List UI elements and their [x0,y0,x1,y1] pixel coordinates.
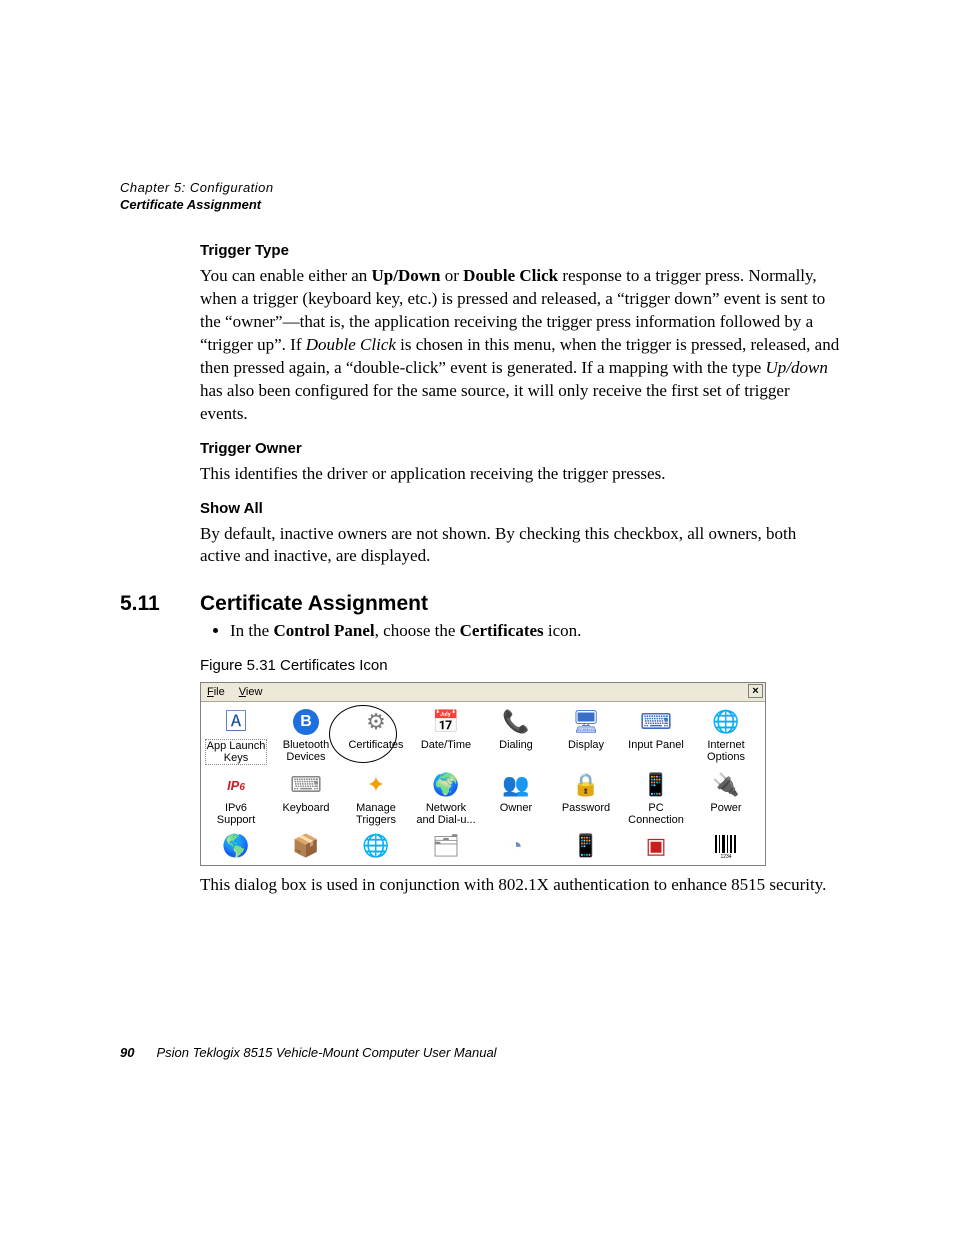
figure-caption: Figure 5.31 Certificates Icon [200,657,840,674]
svg-text:1234: 1234 [720,854,731,859]
total-recall-item[interactable]: ▣ [621,828,691,863]
certificates-item[interactable]: ⚙Certificates [341,704,411,765]
date-time-item[interactable]: 📅Date/Time [411,704,481,765]
app-launch-keys-label: App Launch Keys [205,739,268,765]
section-title: Certificate Assignment [200,592,428,616]
app-launch-keys-icon: 🄰 [220,706,252,738]
cp-menu-view[interactable]: View [233,685,271,699]
total-recall-icon: ▣ [640,830,672,862]
para-trigger-type: You can enable either an Up/Down or Doub… [200,265,840,426]
network-dialup-item[interactable]: 🌍Network and Dial-u... [411,767,481,826]
system-item[interactable]: 📱 [551,828,621,863]
cp-menu-file-rest: ile [214,686,225,698]
owner-icon: 👥 [500,769,532,801]
display-icon: 🖥 [570,706,602,738]
manage-triggers-icon: ✦ [360,769,392,801]
password-icon: 🔒 [570,769,602,801]
para-after-figure: This dialog box is used in conjunction w… [200,874,840,897]
certificates-icon: ⚙ [360,706,392,738]
internet-options-icon: 🌐 [710,706,742,738]
ipv6-support-icon: IP6 [220,769,252,801]
owner-item[interactable]: 👥Owner [481,767,551,826]
cp-menu-file[interactable]: File [201,685,233,699]
heading-show-all: Show All [200,500,840,517]
bluetooth-devices-label: Bluetooth Devices [282,739,330,763]
para-show-all: By default, inactive owners are not show… [200,523,840,569]
manage-triggers-label: Manage Triggers [355,802,397,826]
dialing-icon: 📞 [500,706,532,738]
internet-options-item[interactable]: 🌐Internet Options [691,704,761,765]
power-item[interactable]: 🔌Power [691,767,761,826]
close-button[interactable]: × [748,684,763,698]
network-dialup-icon: 🌍 [430,769,462,801]
manage-triggers-item[interactable]: ✦Manage Triggers [341,767,411,826]
password-label: Password [561,802,611,814]
chapter-header: Chapter 5: Configuration [120,180,840,195]
app-launch-keys-item[interactable]: 🄰App Launch Keys [201,704,271,765]
input-panel-label: Input Panel [627,739,685,751]
section-header: Certificate Assignment [120,197,840,212]
storage-manager-item[interactable]: 🗂 [411,828,481,863]
volume-sounds-item[interactable]: 1234 [691,828,761,863]
owner-label: Owner [499,802,533,814]
keyboard-item[interactable]: ⌨Keyboard [271,767,341,826]
regional-settings-icon: 🌎 [220,830,252,862]
bullet-instruction: In the Control Panel, choose the Certifi… [230,620,840,643]
remove-programs-icon: 📦 [290,830,322,862]
heading-trigger-owner: Trigger Owner [200,440,840,457]
password-item[interactable]: 🔒Password [551,767,621,826]
cp-menu-view-rest: iew [246,686,263,698]
page-number: 90 [120,1045,134,1060]
power-icon: 🔌 [710,769,742,801]
stylus-item[interactable]: ◔ [481,828,551,863]
date-time-label: Date/Time [420,739,472,751]
display-label: Display [567,739,605,751]
keyboard-label: Keyboard [281,802,330,814]
scanners-icon: 🌐 [360,830,392,862]
cp-menubar: File View × [201,683,765,702]
system-icon: 📱 [570,830,602,862]
para-trigger-owner: This identifies the driver or applicatio… [200,463,840,486]
bluetooth-devices-icon: B [290,706,322,738]
input-panel-item[interactable]: ⌨Input Panel [621,704,691,765]
keyboard-icon: ⌨ [290,769,322,801]
ipv6-support-label: IPv6 Support [216,802,257,826]
scanners-item[interactable]: 🌐 [341,828,411,863]
internet-options-label: Internet Options [706,739,746,763]
display-item[interactable]: 🖥Display [551,704,621,765]
section-number: 5.11 [120,592,200,616]
input-panel-icon: ⌨ [640,706,672,738]
certificates-label: Certificates [347,739,404,751]
footer-title: Psion Teklogix 8515 Vehicle-Mount Comput… [156,1045,496,1060]
pc-connection-label: PC Connection [627,802,685,826]
storage-manager-icon: 🗂 [430,830,462,862]
pc-connection-icon: 📱 [640,769,672,801]
volume-sounds-icon: 1234 [710,830,742,862]
power-label: Power [709,802,742,814]
ipv6-support-item[interactable]: IP6IPv6 Support [201,767,271,826]
control-panel-screenshot: File View × 🄰App Launch KeysBBluetooth D… [200,682,766,866]
regional-settings-item[interactable]: 🌎 [201,828,271,863]
dialing-label: Dialing [498,739,534,751]
pc-connection-item[interactable]: 📱PC Connection [621,767,691,826]
heading-trigger-type: Trigger Type [200,242,840,259]
dialing-item[interactable]: 📞Dialing [481,704,551,765]
remove-programs-item[interactable]: 📦 [271,828,341,863]
bluetooth-devices-item[interactable]: BBluetooth Devices [271,704,341,765]
date-time-icon: 📅 [430,706,462,738]
network-dialup-label: Network and Dial-u... [415,802,476,826]
stylus-icon: ◔ [500,830,532,862]
